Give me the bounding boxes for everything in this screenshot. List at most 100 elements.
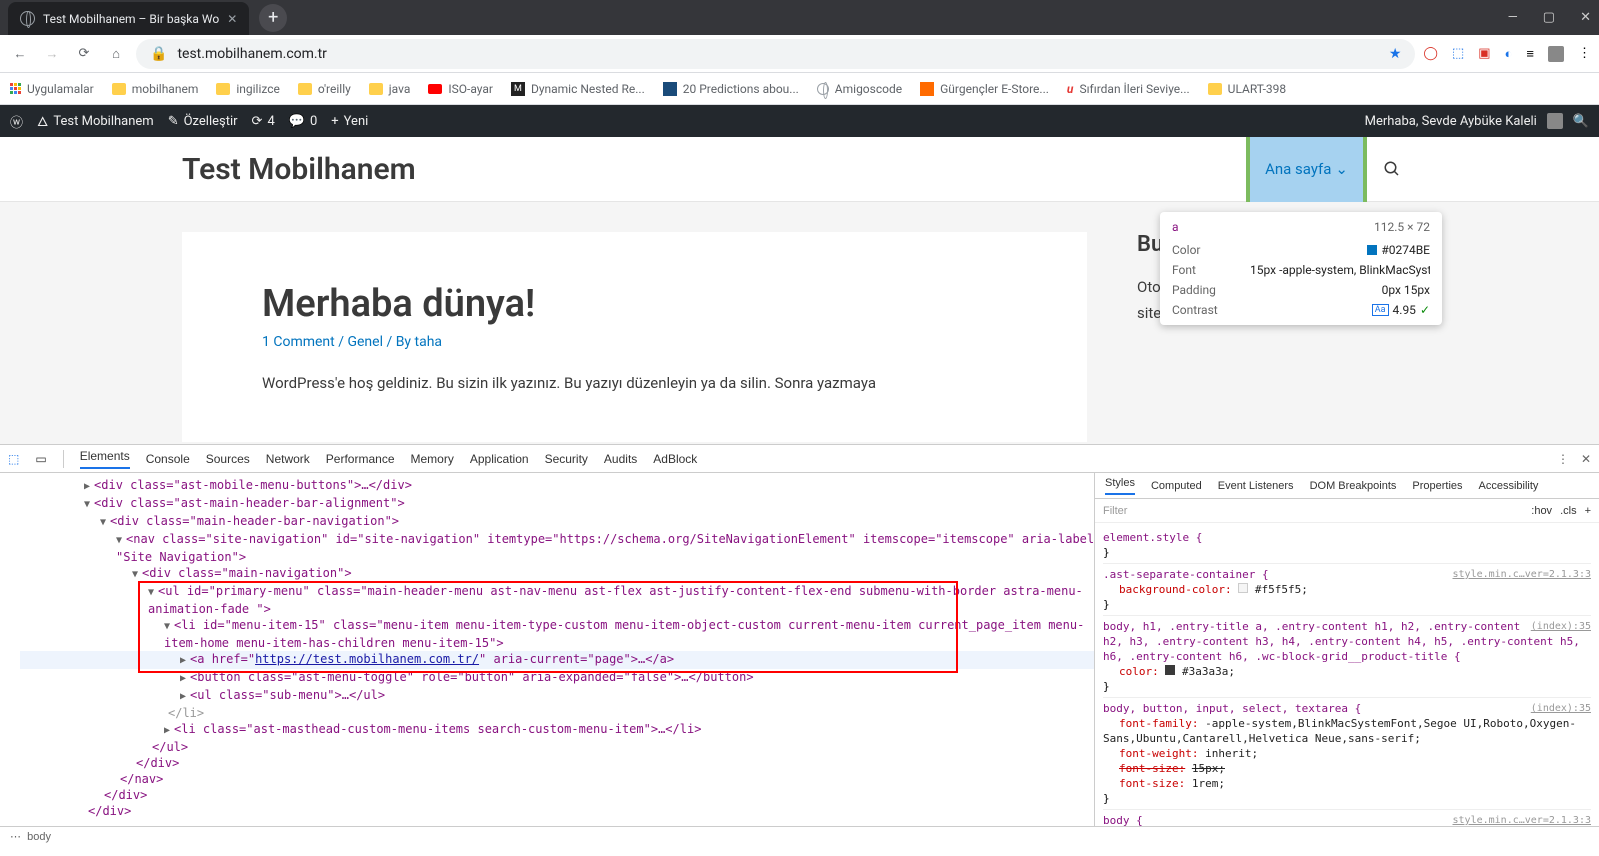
- dom-panel[interactable]: ▶<div class="ast-mobile-menu-buttons">…<…: [0, 473, 1094, 826]
- bookmark-item[interactable]: uSıfırdan İleri Seviye...: [1067, 82, 1190, 96]
- tab-adblock[interactable]: AdBlock: [653, 452, 697, 466]
- add-rule-button[interactable]: +: [1585, 505, 1591, 517]
- devtools-body: ▶<div class="ast-mobile-menu-buttons">…<…: [0, 473, 1599, 826]
- tab-security[interactable]: Security: [545, 452, 588, 466]
- wp-logo[interactable]: ⓦ: [10, 112, 23, 131]
- bookmarks-bar: Uygulamalar mobilhanem ingilizce o'reill…: [0, 73, 1599, 105]
- bookmark-item[interactable]: java: [369, 82, 411, 96]
- bookmark-item[interactable]: mobilhanem: [112, 82, 199, 96]
- bookmark-item[interactable]: Amigoscode: [817, 82, 902, 96]
- post-title: Merhaba dünya!: [262, 282, 1007, 326]
- maximize-icon[interactable]: ▢: [1543, 10, 1555, 25]
- apps-button[interactable]: Uygulamalar: [10, 82, 94, 96]
- reload-icon[interactable]: ⟳: [72, 42, 96, 66]
- tab-network[interactable]: Network: [266, 452, 310, 466]
- star-icon[interactable]: ★: [1389, 46, 1402, 62]
- url-text: test.mobilhanem.com.tr: [177, 46, 327, 62]
- address-bar[interactable]: 🔒 test.mobilhanem.com.tr ★: [136, 39, 1415, 69]
- main-content: Merhaba dünya! 1 Comment / Genel / By ta…: [182, 232, 1087, 442]
- ext-icon[interactable]: ≡: [1526, 46, 1534, 62]
- bookmark-item[interactable]: 20 Predictions abou...: [663, 82, 799, 96]
- tab-styles[interactable]: Styles: [1105, 477, 1135, 495]
- site-icon: [920, 82, 934, 96]
- close-window-icon[interactable]: ✕: [1580, 10, 1591, 25]
- minimize-icon[interactable]: ―: [1508, 10, 1518, 25]
- home-icon[interactable]: ⌂: [104, 42, 128, 66]
- browser-tab[interactable]: Test Mobilhanem – Bir başka Wo ✕: [8, 2, 249, 35]
- tab-memory[interactable]: Memory: [411, 452, 454, 466]
- plus-icon: +: [331, 114, 338, 129]
- wp-greeting[interactable]: Merhaba, Sevde Aybüke Kaleli: [1365, 114, 1537, 129]
- medium-icon: M: [511, 82, 525, 96]
- folder-icon: [369, 83, 383, 95]
- tab-accessibility[interactable]: Accessibility: [1479, 480, 1539, 492]
- wp-admin-bar: ⓦ 🜂Test Mobilhanem ✎Özelleştir ⟳4 💬0 +Ye…: [0, 105, 1599, 137]
- forward-icon[interactable]: →: [40, 42, 64, 66]
- color-swatch[interactable]: [1238, 583, 1248, 593]
- filter-input[interactable]: Filter: [1103, 505, 1127, 517]
- more-icon[interactable]: ⋯: [10, 830, 21, 843]
- styles-rules[interactable]: element.style {} style.min.c…ver=2.1.3:3…: [1095, 523, 1599, 826]
- bookmark-item[interactable]: MDynamic Nested Re...: [511, 82, 645, 96]
- chevron-down-icon: ⌄: [1335, 160, 1348, 178]
- ext-icon[interactable]: ◯: [1423, 46, 1438, 61]
- nav-home-link[interactable]: Ana sayfa ⌄: [1246, 137, 1367, 202]
- bookmark-item[interactable]: Gürgençler E-Store...: [920, 82, 1049, 96]
- breadcrumb[interactable]: ⋯ body: [0, 826, 1599, 846]
- folder-icon: [1208, 83, 1222, 95]
- tooltip-tag: a: [1172, 220, 1179, 234]
- more-icon[interactable]: ⋮: [1557, 452, 1569, 466]
- back-icon[interactable]: ←: [8, 42, 32, 66]
- hov-toggle[interactable]: :hov: [1531, 505, 1552, 517]
- wp-comments[interactable]: 💬0: [289, 114, 318, 129]
- tab-computed[interactable]: Computed: [1151, 480, 1202, 492]
- tab-elements[interactable]: Elements: [80, 449, 130, 469]
- device-icon[interactable]: ▭: [35, 452, 46, 466]
- cls-toggle[interactable]: .cls: [1560, 505, 1577, 517]
- browser-toolbar: ← → ⟳ ⌂ 🔒 test.mobilhanem.com.tr ★ ◯ ⬚ ▣…: [0, 35, 1599, 73]
- close-icon[interactable]: ✕: [227, 12, 237, 26]
- comment-icon: 💬: [289, 114, 305, 129]
- tab-breakpoints[interactable]: DOM Breakpoints: [1310, 480, 1397, 492]
- wp-updates[interactable]: ⟳4: [252, 114, 275, 129]
- wp-new[interactable]: +Yeni: [331, 114, 368, 129]
- tab-application[interactable]: Application: [470, 452, 529, 466]
- bookmark-item[interactable]: o'reilly: [298, 82, 351, 96]
- new-tab-button[interactable]: +: [259, 4, 287, 32]
- tab-audits[interactable]: Audits: [604, 452, 637, 466]
- wp-customize[interactable]: ✎Özelleştir: [168, 114, 238, 129]
- tab-performance[interactable]: Performance: [326, 452, 395, 466]
- ext-icon[interactable]: ◐: [1505, 46, 1513, 62]
- bookmark-item[interactable]: ingilizce: [216, 82, 280, 96]
- tab-properties[interactable]: Properties: [1412, 480, 1462, 492]
- post-body: WordPress'e hoş geldiniz. Bu sizin ilk y…: [262, 374, 1007, 392]
- menu-icon[interactable]: ⋮: [1578, 46, 1591, 61]
- inspect-icon[interactable]: ⬚: [8, 452, 19, 466]
- bookmark-item[interactable]: ISO-ayar: [428, 82, 493, 96]
- search-icon[interactable]: 🔍: [1573, 114, 1589, 129]
- ext-icon[interactable]: ▣: [1478, 46, 1490, 61]
- tab-sources[interactable]: Sources: [206, 452, 250, 466]
- close-icon[interactable]: ✕: [1581, 452, 1591, 466]
- post-meta[interactable]: 1 Comment / Genel / By taha: [262, 334, 1007, 350]
- folder-icon: [216, 83, 230, 95]
- search-button[interactable]: [1367, 137, 1417, 202]
- tab-console[interactable]: Console: [146, 452, 190, 466]
- devtools: ⬚ ▭ Elements Console Sources Network Per…: [0, 444, 1599, 846]
- udemy-icon: u: [1067, 82, 1074, 96]
- tab-title: Test Mobilhanem – Bir başka Wo: [43, 12, 219, 26]
- tooltip-size: 112.5 × 72: [1374, 220, 1430, 234]
- devtools-tabs: ⬚ ▭ Elements Console Sources Network Per…: [0, 445, 1599, 473]
- color-swatch[interactable]: [1165, 665, 1175, 675]
- wp-site[interactable]: 🜂Test Mobilhanem: [37, 108, 154, 134]
- site-title: Test Mobilhanem: [182, 152, 416, 187]
- check-icon: ✓: [1420, 303, 1430, 317]
- ext-icon[interactable]: ⬚: [1452, 46, 1464, 61]
- bookmark-item[interactable]: ULART-398: [1208, 82, 1286, 96]
- avatar-icon[interactable]: [1548, 46, 1564, 62]
- tab-listeners[interactable]: Event Listeners: [1218, 480, 1294, 492]
- main-nav: Ana sayfa ⌄: [1246, 137, 1417, 202]
- updates-icon: ⟳: [252, 114, 263, 129]
- folder-icon: [298, 83, 312, 95]
- avatar-icon[interactable]: [1547, 113, 1563, 129]
